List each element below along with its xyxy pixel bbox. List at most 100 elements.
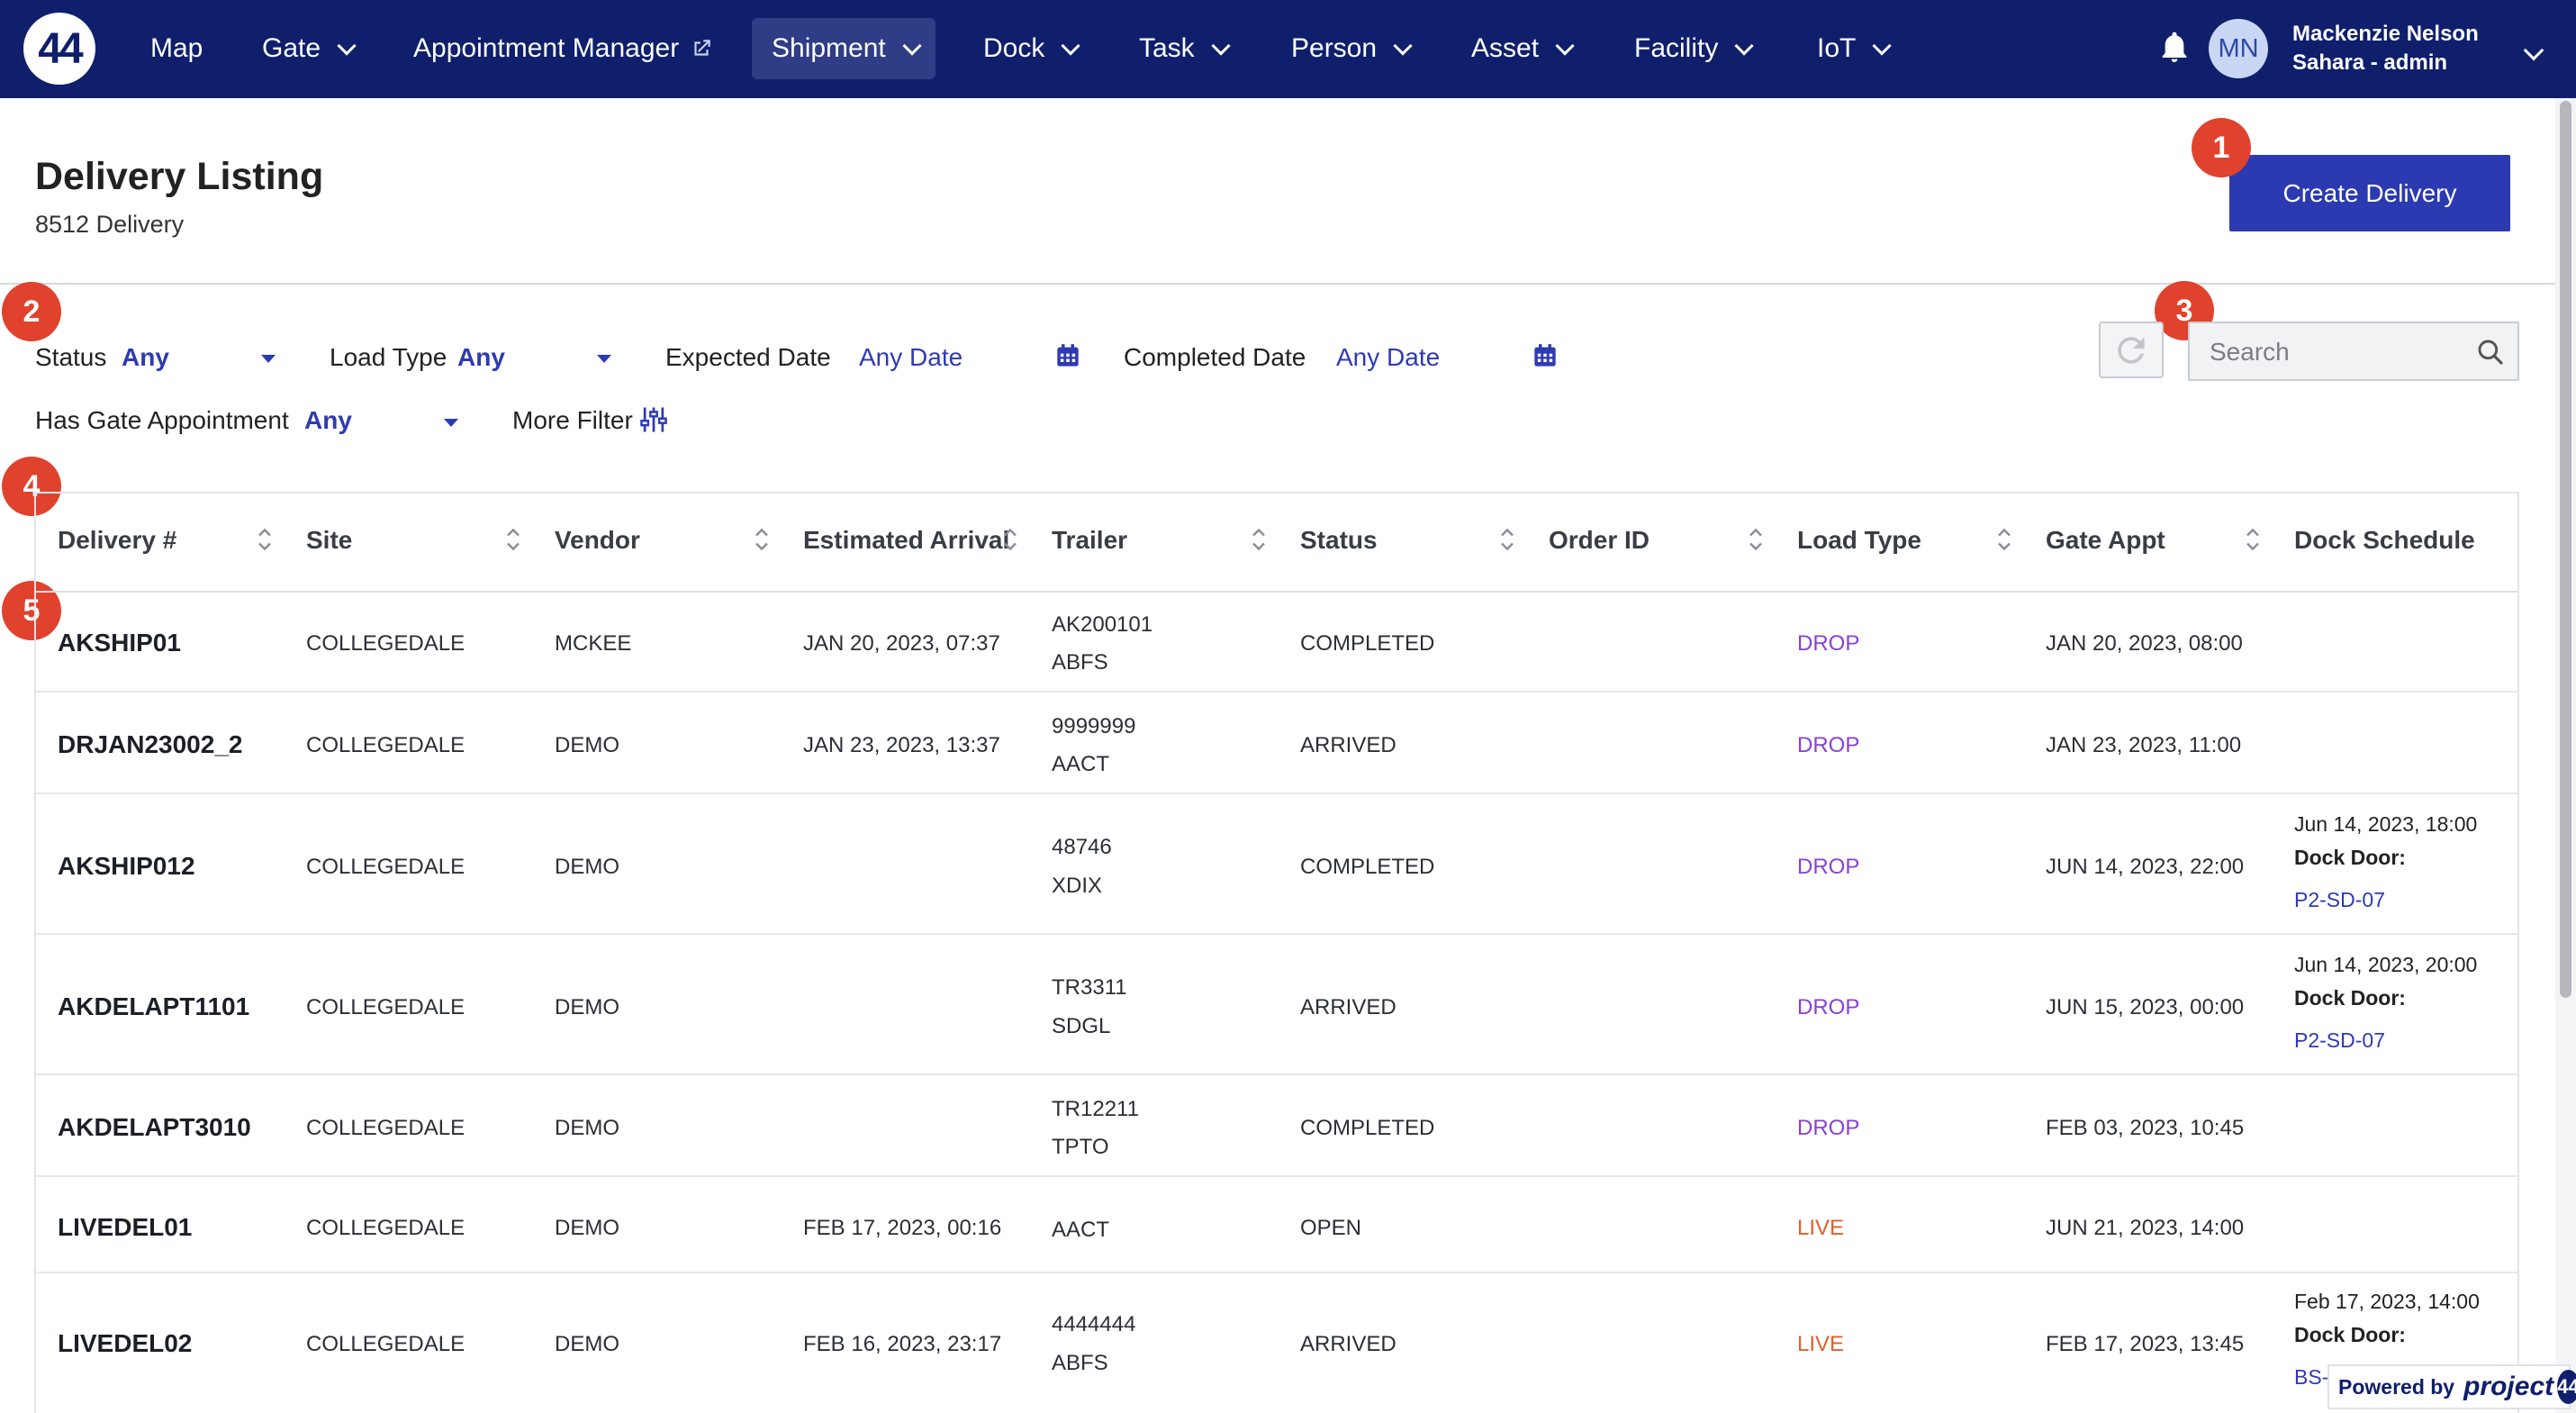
avatar[interactable]: MN <box>2209 19 2268 78</box>
nav-iot[interactable]: IoT <box>1817 18 1893 79</box>
column-header-status[interactable]: Status <box>1300 526 1378 555</box>
table-row[interactable]: LIVEDEL01 COLLEGEDALE DEMO FEB 17, 2023,… <box>36 1177 2517 1273</box>
top-navigation-bar: 44 Map Gate Appointment Manager Shipment… <box>0 0 2576 98</box>
sort-icon[interactable] <box>257 526 273 553</box>
annotation-marker-2: 2 <box>2 282 61 341</box>
notification-bell-icon[interactable] <box>2156 29 2192 68</box>
sort-icon[interactable] <box>505 526 521 553</box>
delivery-id[interactable]: AKDELAPT3010 <box>58 1113 251 1142</box>
vendor-cell: DEMO <box>555 855 619 879</box>
trailer-number: TR12211 <box>1052 1097 1139 1121</box>
expected-date-filter-value[interactable]: Any Date <box>859 343 963 372</box>
delivery-id[interactable]: DRJAN23002_2 <box>58 730 242 759</box>
chevron-down-icon <box>1211 35 1231 56</box>
nav-task[interactable]: Task <box>1139 18 1231 79</box>
dock-door-label: Dock Door: <box>2294 986 2406 1010</box>
filter-sliders-icon[interactable] <box>640 405 667 434</box>
nav-map-label: Map <box>150 33 203 63</box>
search-input[interactable] <box>2208 332 2463 372</box>
create-delivery-button[interactable]: Create Delivery <box>2229 155 2510 231</box>
app-logo[interactable]: 44 <box>23 13 95 85</box>
delivery-id[interactable]: LIVEDEL02 <box>58 1329 192 1358</box>
load-type-cell: DROP <box>1797 995 1860 1019</box>
nav-appointment-manager[interactable]: Appointment Manager <box>413 18 713 79</box>
site-cell: COLLEGEDALE <box>306 631 465 656</box>
load-type-filter-value[interactable]: Any <box>457 343 505 372</box>
site-cell: COLLEGEDALE <box>306 1116 465 1140</box>
column-header-estimated-arrival[interactable]: Estimated Arrival <box>803 526 1009 555</box>
chevron-down-icon <box>1734 35 1754 56</box>
nav-asset[interactable]: Asset <box>1471 18 1575 79</box>
nav-shipment[interactable]: Shipment <box>752 18 935 79</box>
load-type-cell: DROP <box>1797 1116 1860 1140</box>
table-row[interactable]: AKSHIP012 COLLEGEDALE DEMO 48746 XDIX CO… <box>36 794 2517 935</box>
completed-date-filter-value[interactable]: Any Date <box>1336 343 1440 372</box>
nav-gate-label: Gate <box>262 33 321 63</box>
status-dropdown-caret-icon[interactable] <box>261 355 276 363</box>
search-box <box>2188 322 2519 381</box>
page-scrollbar-thumb[interactable] <box>2560 101 2571 998</box>
column-header-vendor[interactable]: Vendor <box>555 526 640 555</box>
refresh-button[interactable] <box>2099 322 2164 378</box>
nav-facility[interactable]: Facility <box>1634 18 1754 79</box>
search-icon[interactable] <box>2476 338 2505 367</box>
chevron-down-icon <box>337 35 357 56</box>
table-row[interactable]: AKSHIP01 COLLEGEDALE MCKEE JAN 20, 2023,… <box>36 591 2517 693</box>
nav-person-label: Person <box>1291 33 1378 63</box>
status-filter-value[interactable]: Any <box>122 343 169 372</box>
load-type-cell: DROP <box>1797 855 1860 879</box>
table-row[interactable]: DRJAN23002_2 COLLEGEDALE DEMO JAN 23, 20… <box>36 693 2517 794</box>
delivery-id[interactable]: LIVEDEL01 <box>58 1213 192 1242</box>
vendor-cell: DEMO <box>555 995 619 1019</box>
gate-appointment-dropdown-caret-icon[interactable] <box>444 419 458 427</box>
column-header-load-type[interactable]: Load Type <box>1797 526 1921 555</box>
annotation-marker-1: 1 <box>2192 118 2251 177</box>
table-row[interactable]: LIVEDEL02 COLLEGEDALE DEMO FEB 16, 2023,… <box>36 1273 2517 1413</box>
table-row[interactable]: AKDELAPT1101 COLLEGEDALE DEMO TR3311 SDG… <box>36 935 2517 1075</box>
dock-door-link[interactable]: P2-SD-07 <box>2294 1028 2385 1053</box>
column-header-gate-appt[interactable]: Gate Appt <box>2046 526 2165 555</box>
vendor-cell: DEMO <box>555 1116 619 1140</box>
dock-door-link[interactable]: BS- <box>2294 1365 2328 1390</box>
nav-dock[interactable]: Dock <box>983 18 1081 79</box>
sort-icon[interactable] <box>1002 526 1018 553</box>
sort-icon[interactable] <box>1996 526 2012 553</box>
column-header-order-id[interactable]: Order ID <box>1549 526 1650 555</box>
chevron-down-icon <box>1393 35 1413 56</box>
column-header-trailer[interactable]: Trailer <box>1052 526 1127 555</box>
nav-gate[interactable]: Gate <box>262 18 357 79</box>
sort-icon[interactable] <box>754 526 770 553</box>
delivery-id[interactable]: AKDELAPT1101 <box>58 992 249 1021</box>
gate-appt-cell: FEB 17, 2023, 13:45 <box>2046 1332 2245 1356</box>
gate-appt-cell: JUN 14, 2023, 22:00 <box>2046 855 2245 879</box>
sort-icon[interactable] <box>1748 526 1764 553</box>
nav-map[interactable]: Map <box>150 18 203 79</box>
gate-appointment-filter-value[interactable]: Any <box>304 406 352 435</box>
chevron-down-icon <box>1555 35 1575 56</box>
column-header-site[interactable]: Site <box>306 526 352 555</box>
completed-date-calendar-icon[interactable] <box>1532 343 1558 368</box>
status-cell: ARRIVED <box>1300 1332 1396 1356</box>
sort-icon[interactable] <box>1251 526 1267 553</box>
sort-icon[interactable] <box>1499 526 1515 553</box>
table-row[interactable]: AKDELAPT3010 COLLEGEDALE DEMO TR12211 TP… <box>36 1075 2517 1177</box>
nav-person[interactable]: Person <box>1291 18 1413 79</box>
status-cell: COMPLETED <box>1300 631 1435 656</box>
delivery-id[interactable]: AKSHIP012 <box>58 852 195 881</box>
load-type-dropdown-caret-icon[interactable] <box>597 355 611 363</box>
expected-date-calendar-icon[interactable] <box>1055 343 1080 368</box>
column-header-delivery[interactable]: Delivery # <box>58 526 176 555</box>
eta-cell: FEB 16, 2023, 23:17 <box>803 1332 1002 1356</box>
load-type-cell: LIVE <box>1797 1216 1845 1240</box>
more-filter-button[interactable]: More Filter <box>512 406 633 435</box>
sort-icon[interactable] <box>2245 526 2261 553</box>
dock-door-link[interactable]: P2-SD-07 <box>2294 888 2385 912</box>
delivery-id[interactable]: AKSHIP01 <box>58 629 181 657</box>
load-type-cell: DROP <box>1797 631 1860 656</box>
load-type-cell: DROP <box>1797 733 1860 757</box>
gate-appt-cell: FEB 03, 2023, 10:45 <box>2046 1116 2245 1140</box>
table-header: Delivery # Site Vendor Estimated Arrival… <box>36 494 2517 593</box>
user-menu-chevron-icon[interactable] <box>2523 40 2544 61</box>
column-header-dock-schedule[interactable]: Dock Schedule <box>2294 526 2475 555</box>
site-cell: COLLEGEDALE <box>306 1332 465 1356</box>
